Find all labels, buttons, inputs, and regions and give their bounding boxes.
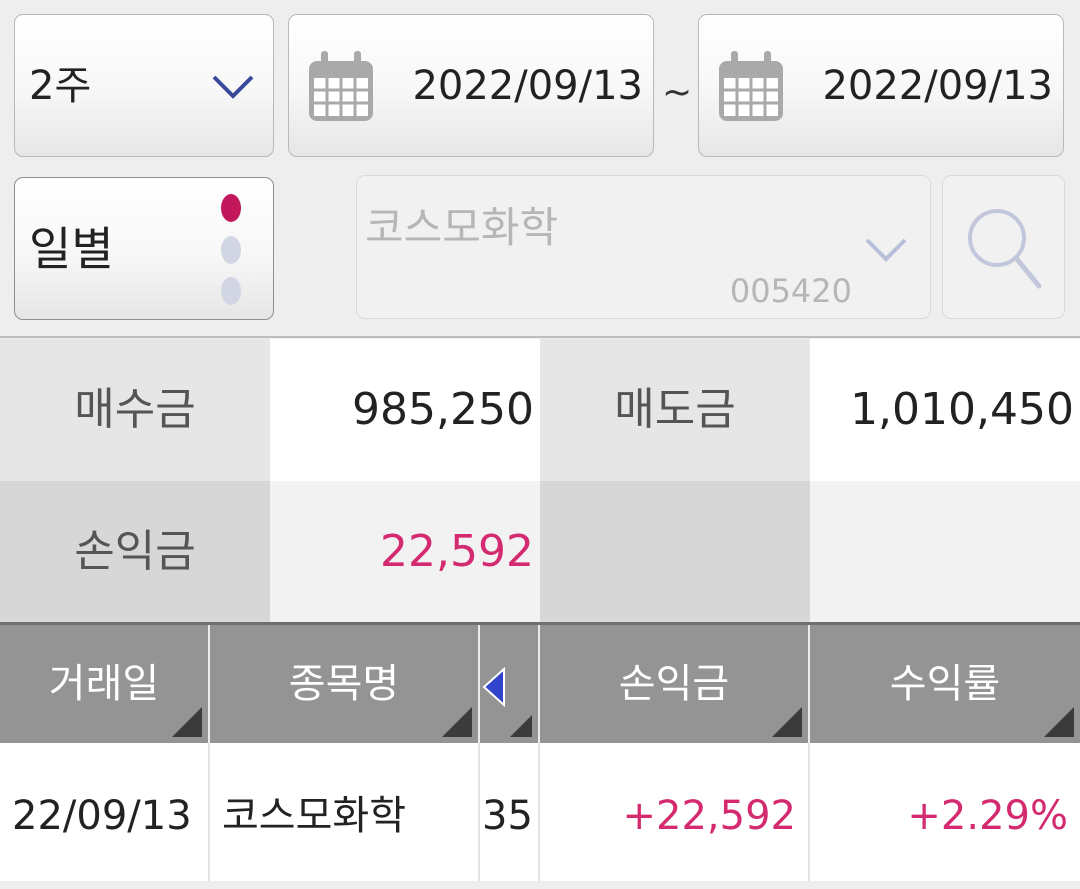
pnl-value: 22,592	[270, 481, 540, 623]
column-header-label: 수익률	[889, 661, 1001, 707]
chevron-down-icon	[212, 75, 254, 99]
search-button[interactable]	[942, 175, 1065, 319]
table-row[interactable]: 22/09/13 코스모화학 35 +22,592 +2.29%	[0, 743, 1080, 881]
empty-cell	[540, 481, 810, 623]
column-header-name[interactable]: 종목명	[210, 625, 480, 743]
pnl-label: 손익금	[0, 481, 270, 623]
search-icon	[968, 209, 1042, 289]
stock-code: 005420	[729, 272, 852, 310]
buy-amount-value: 985,250	[270, 339, 540, 481]
sell-amount-value: 1,010,450	[810, 339, 1080, 481]
stock-select[interactable]: 코스모화학 005420	[356, 175, 931, 319]
stock-name: 코스모화학	[365, 203, 559, 252]
page-indicator-dot	[221, 236, 241, 264]
page-indicator-dot	[221, 277, 241, 305]
calendar-icon	[309, 51, 373, 121]
sort-corner-icon	[510, 715, 532, 737]
cell-pnl: +22,592	[540, 743, 810, 881]
cell-stock-name: 코스모화학	[210, 743, 480, 881]
cell-trade-date: 22/09/13	[0, 743, 210, 881]
buy-amount-label: 매수금	[0, 339, 270, 481]
period-select[interactable]: 2주	[14, 14, 274, 157]
column-header-pnl[interactable]: 손익금	[540, 625, 810, 743]
unit-value: 일별	[29, 222, 114, 276]
period-value: 2주	[29, 63, 92, 109]
sort-corner-icon	[442, 707, 472, 737]
end-date-button[interactable]: 2022/09/13	[698, 14, 1064, 157]
column-header-label: 거래일	[48, 661, 160, 707]
page-indicator-dot-active	[221, 194, 241, 222]
column-header-label: 손익금	[618, 661, 730, 707]
sort-corner-icon	[172, 707, 202, 737]
sort-corner-icon	[772, 707, 802, 737]
triangle-left-icon	[482, 667, 505, 707]
chevron-down-icon	[865, 238, 907, 262]
date-range-separator: ~	[662, 72, 693, 113]
column-header-label: 종목명	[288, 661, 400, 707]
start-date-button[interactable]: 2022/09/13	[288, 14, 654, 157]
column-scroll-left-button[interactable]	[480, 625, 540, 743]
sell-amount-label: 매도금	[540, 339, 810, 481]
column-header-rate[interactable]: 수익률	[810, 625, 1080, 743]
end-date-text: 2022/09/13	[822, 63, 1053, 109]
start-date-text: 2022/09/13	[412, 63, 643, 109]
column-header-date[interactable]: 거래일	[0, 625, 210, 743]
calendar-icon	[719, 51, 783, 121]
cell-return-rate: +2.29%	[907, 793, 1068, 839]
sort-corner-icon	[1044, 707, 1074, 737]
divider	[0, 336, 1080, 338]
cell-quantity: 35	[480, 743, 540, 881]
empty-cell	[810, 481, 1080, 623]
grid-header: 거래일 종목명 손익금 수익률	[0, 622, 1080, 743]
